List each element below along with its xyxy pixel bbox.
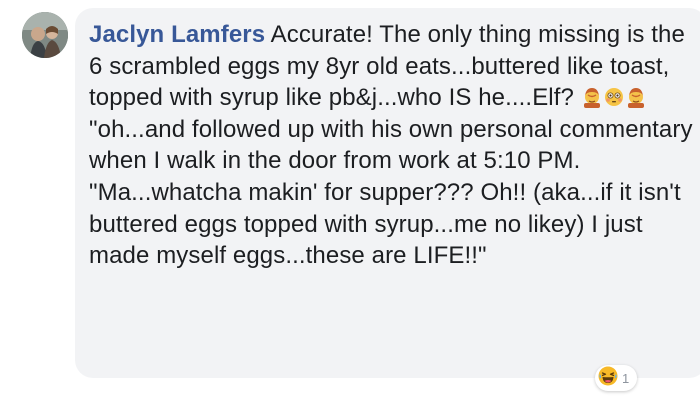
reaction-summary[interactable]: 1 (595, 365, 638, 391)
avatar[interactable] (22, 12, 68, 58)
woman-facepalming-icon (625, 86, 647, 109)
comment-author-link[interactable]: Jaclyn Lamfers (89, 21, 265, 48)
woman-facepalming-icon (581, 86, 603, 109)
reaction-count: 1 (622, 370, 630, 386)
comment-text-part2: "oh...and followed up with his own perso… (89, 115, 693, 270)
comment-body: Jaclyn Lamfers Accurate! The only thing … (89, 19, 693, 272)
laughing-face-icon (598, 366, 618, 391)
comment-bubble: Jaclyn Lamfers Accurate! The only thing … (75, 8, 700, 378)
flushed-face-icon (603, 86, 625, 108)
